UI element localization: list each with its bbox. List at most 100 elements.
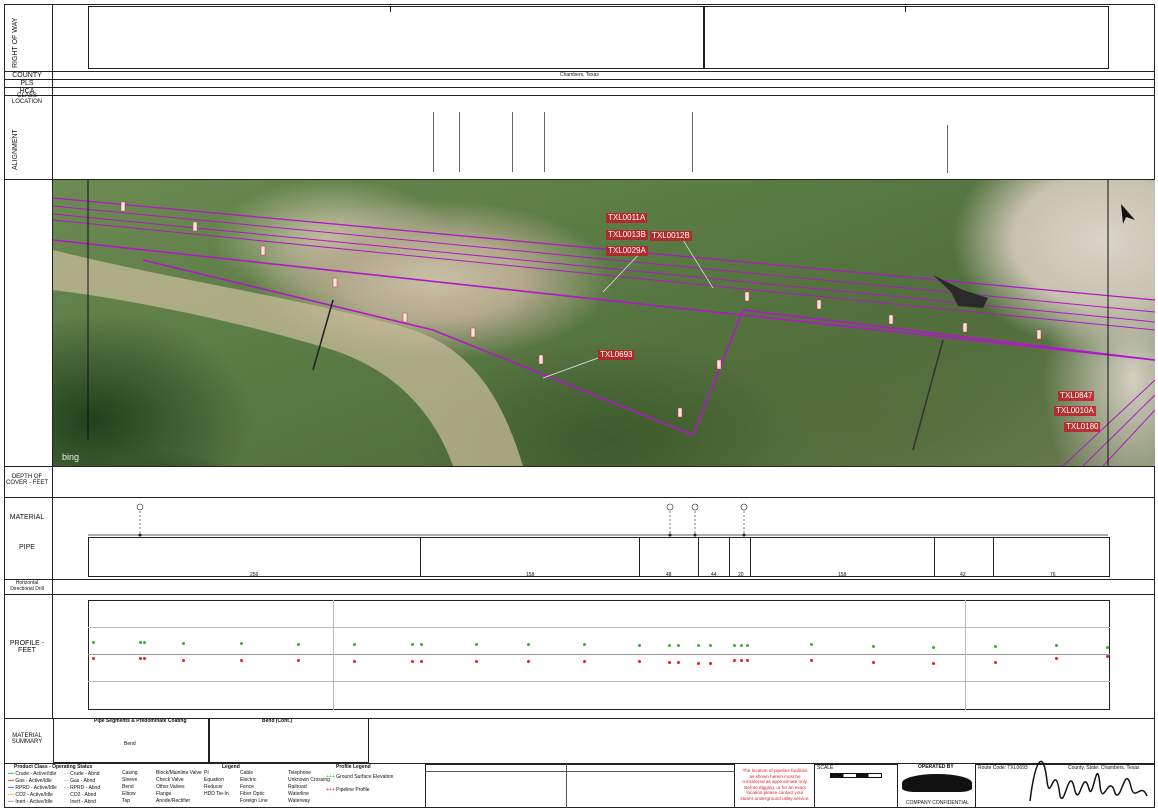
right-of-way-panel-2 xyxy=(704,6,1109,69)
pipe-segment-length: 158 xyxy=(526,572,535,578)
pipe-segment[interactable] xyxy=(420,537,640,577)
pipe-segment-length: 158 xyxy=(838,572,847,578)
pipeline-profile-point xyxy=(411,660,414,663)
legend-telephone: Telephone xyxy=(288,770,312,776)
pipe-segment[interactable] xyxy=(698,537,730,577)
legend-casing: Casing xyxy=(122,770,138,776)
label-profile: PROFILE - FEET xyxy=(9,640,45,654)
row-divider xyxy=(4,579,1155,580)
legend-equation: Equation xyxy=(204,777,224,783)
legend-co2-abnd: - - CO2 - Abnd xyxy=(64,792,97,798)
aerial-map[interactable]: TXL0011A TXL0013B TXL0029A TXL0012B TXL0… xyxy=(53,180,1155,466)
legend-points-column: PI Equation Reducer HDD Tie-In xyxy=(204,770,229,798)
pipe-label-txl0180[interactable]: TXL0180 xyxy=(1064,422,1101,432)
legend-abnd-column: - - Crude - Abnd - - Gas - Abnd - - RPRD… xyxy=(64,771,100,806)
pipe-label-txl0013b[interactable]: TXL0013B xyxy=(606,230,648,240)
pipe-segment-length: 76 xyxy=(1050,572,1056,578)
pipeline-profile-point xyxy=(697,662,700,665)
pipe-segment[interactable] xyxy=(639,537,699,577)
legend-elbow: Elbow xyxy=(122,791,136,797)
pipeline-profile-point xyxy=(740,659,743,662)
legend-fittings-column: Casing Sleeve Bend Elbow Tap xyxy=(122,770,138,805)
row-divider xyxy=(4,466,1155,467)
pipe-segment[interactable] xyxy=(750,537,935,577)
pipe-label-txl0012b[interactable]: TXL0012B xyxy=(650,231,692,241)
ground-surface-point xyxy=(746,644,749,647)
pipeline-profile-point xyxy=(92,657,95,660)
pipe-segment-length: 48 xyxy=(666,572,672,578)
right-of-way-tick xyxy=(905,6,906,12)
row-divider xyxy=(4,79,1155,80)
pipe-label-txl0693[interactable]: TXL0693 xyxy=(598,350,635,360)
pipeline-profile-point xyxy=(297,659,300,662)
pipeline-profile-point xyxy=(932,662,935,665)
legend-hdd-tie-in: HDD Tie-In xyxy=(204,791,229,797)
bend-label: Bend xyxy=(124,741,136,747)
ground-surface-point xyxy=(872,645,875,648)
pipeline-profile-point xyxy=(1106,655,1109,658)
profile-gridline xyxy=(88,681,1110,682)
ground-surface-point xyxy=(420,643,423,646)
pipeline-profile-point xyxy=(746,659,749,662)
route-table-divider xyxy=(566,764,567,808)
pipeline-profile-point xyxy=(475,660,478,663)
pipeline-profile-point xyxy=(583,660,586,663)
ground-surface-point xyxy=(668,644,671,647)
route-table-row xyxy=(425,771,735,772)
legend-check-valve: Check Valve xyxy=(156,777,184,783)
label-alignment: ALIGNMENT xyxy=(12,129,19,170)
ground-surface-point xyxy=(1106,646,1109,649)
location-warning-note: The location of pipeline facilities as s… xyxy=(740,768,810,801)
pipe-label-txl0847[interactable]: TXL0847 xyxy=(1058,391,1095,401)
bend-cont-table xyxy=(209,718,369,763)
ground-surface-point xyxy=(139,641,142,644)
legend-fiber-optic: Fiber Optic xyxy=(240,791,265,797)
pipe-label-txl0011a[interactable]: TXL0011A xyxy=(606,213,648,223)
signature-scribble xyxy=(1029,760,1148,802)
label-depth-of-cover: DEPTH OF COVER - FEET xyxy=(5,474,48,486)
pipe-segment[interactable] xyxy=(729,537,751,577)
label-county: COUNTY xyxy=(12,72,42,79)
material-summary-title: Pipe Segments & Predominate Coating xyxy=(94,718,187,724)
legend-rprd-abnd: - - RPRD - Abnd xyxy=(64,785,101,791)
legend-waterway: Waterway xyxy=(288,798,311,804)
pipe-segment[interactable] xyxy=(88,537,421,577)
pipeline-profile-point xyxy=(638,660,641,663)
legend-pipeline-profile: +++ Pipeline Profile xyxy=(326,787,370,793)
ground-surface-point xyxy=(677,644,680,647)
pipe-segment[interactable] xyxy=(993,537,1110,577)
ground-surface-point xyxy=(411,643,414,646)
profile-gridline xyxy=(88,654,1110,655)
legend-lines2-column: Telephone Unknown Crossing Railroad Wate… xyxy=(288,770,330,805)
legend-cable: Cable xyxy=(240,770,254,776)
ground-surface-point xyxy=(740,644,743,647)
legend-other-valves: Other Valves xyxy=(156,784,185,790)
pipeline-profile-point xyxy=(668,661,671,664)
ground-surface-point xyxy=(638,644,641,647)
legend-inert-abnd: - - Inert - Abnd xyxy=(64,799,96,805)
legend-bend: Bend xyxy=(122,784,134,790)
row-divider xyxy=(4,87,1155,88)
legend-rprd-active: ━━ RPRD - Active/Idle xyxy=(8,785,57,791)
ground-surface-point xyxy=(709,644,712,647)
ground-surface-point xyxy=(143,641,146,644)
pipe-label-txl0010a[interactable]: TXL0010A xyxy=(1054,406,1096,416)
right-of-way-panel-1 xyxy=(88,6,704,69)
ground-surface-point xyxy=(994,645,997,648)
alignment-tick xyxy=(433,112,438,172)
label-right-of-way: RIGHT OF WAY xyxy=(12,17,19,68)
operated-by-label: OPERATED BY xyxy=(918,764,954,770)
pipeline-profile-point xyxy=(240,659,243,662)
legend-valves-column: Block/Mainline Valve Check Valve Other V… xyxy=(156,770,202,805)
company-logo xyxy=(902,774,972,792)
ground-surface-point xyxy=(297,643,300,646)
ground-surface-point xyxy=(810,643,813,646)
ground-surface-point xyxy=(527,643,530,646)
label-pipe: PIPE xyxy=(19,544,35,551)
pipe-label-txl0029a[interactable]: TXL0029A xyxy=(606,246,648,256)
row-divider xyxy=(4,594,1155,595)
county-value: Chambers, Texas xyxy=(560,72,599,78)
ground-surface-point xyxy=(240,642,243,645)
pipe-segment[interactable] xyxy=(934,537,994,577)
pipeline-profile-point xyxy=(677,661,680,664)
